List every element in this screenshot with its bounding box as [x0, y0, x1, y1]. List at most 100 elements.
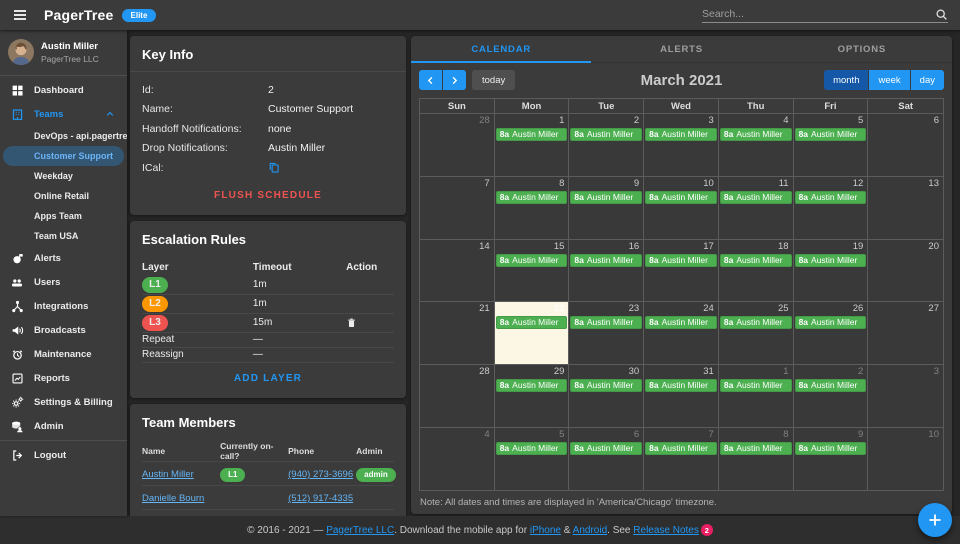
calendar-day-cell[interactable]: 28: [420, 114, 495, 176]
sidebar-item-broadcasts[interactable]: Broadcasts: [0, 318, 127, 342]
calendar-day-cell[interactable]: 7 8a Austin Miller: [644, 428, 719, 490]
calendar-day-cell[interactable]: 20: [868, 239, 943, 302]
sidebar-item-admin[interactable]: Admin: [0, 414, 127, 438]
calendar-day-cell[interactable]: 6 8a Austin Miller: [569, 428, 645, 490]
calendar-event[interactable]: 8a Austin Miller: [645, 442, 717, 456]
calendar-event[interactable]: 8a Austin Miller: [570, 442, 643, 456]
sidebar-item-customer-support[interactable]: Customer Support: [3, 146, 124, 166]
trash-icon[interactable]: [346, 317, 394, 329]
calendar-day-cell[interactable]: 10 8a Austin Miller: [644, 176, 719, 239]
calendar-day-cell[interactable]: 28: [420, 365, 495, 428]
calendar-day-cell[interactable]: 2 8a Austin Miller: [569, 114, 645, 176]
calendar-event[interactable]: 8a Austin Miller: [794, 128, 867, 141]
previous-month-button[interactable]: [419, 70, 442, 90]
calendar-event[interactable]: 8a Austin Miller: [719, 128, 792, 141]
next-month-button[interactable]: [443, 70, 466, 90]
calendar-day-cell[interactable]: 1 8a Austin Miller: [494, 114, 570, 176]
sidebar-item-logout[interactable]: Logout: [0, 443, 127, 467]
calendar-day-cell[interactable]: 7: [420, 176, 495, 239]
calendar-day-cell[interactable]: 27: [868, 302, 943, 365]
calendar-day-cell[interactable]: 9 8a Austin Miller: [569, 176, 645, 239]
calendar-event[interactable]: 8a Austin Miller: [570, 190, 643, 204]
calendar-day-cell[interactable]: 30 8a Austin Miller: [569, 365, 645, 428]
sidebar-item-online-retail[interactable]: Online Retail: [0, 186, 127, 206]
calendar-day-cell[interactable]: 1 8a Austin Miller: [718, 365, 794, 428]
sidebar-item-maintenance[interactable]: Maintenance: [0, 342, 127, 366]
calendar-event[interactable]: 8a Austin Miller: [495, 316, 568, 330]
calendar-event[interactable]: 8a Austin Miller: [570, 253, 643, 267]
calendar-event[interactable]: 8a Austin Miller: [794, 316, 867, 330]
footer-link-release-notes[interactable]: Release Notes: [633, 525, 699, 536]
calendar-event[interactable]: 8a Austin Miller: [495, 379, 568, 393]
calendar-event[interactable]: 8a Austin Miller: [495, 190, 568, 204]
week-view-button[interactable]: week: [869, 70, 910, 90]
calendar-day-cell[interactable]: 25 8a Austin Miller: [718, 302, 794, 365]
calendar-event[interactable]: 8a Austin Miller: [794, 253, 867, 267]
footer-link-iphone[interactable]: iPhone: [530, 525, 561, 536]
month-view-button[interactable]: month: [824, 70, 869, 90]
flush-schedule-button[interactable]: FLUSH SCHEDULE: [206, 185, 330, 206]
sidebar-item-apps-team[interactable]: Apps Team: [0, 206, 127, 226]
sidebar-item-devops-api-pagertree-c[interactable]: DevOps - api.pagertree.c...: [0, 126, 127, 146]
calendar-day-cell[interactable]: 2 8a Austin Miller: [793, 365, 869, 428]
sidebar-item-teams[interactable]: Teams: [0, 102, 127, 126]
day-view-button[interactable]: day: [910, 70, 944, 90]
user-card[interactable]: Austin Miller PagerTree LLC: [0, 30, 127, 73]
calendar-day-cell[interactable]: 4: [420, 428, 495, 490]
calendar-day-cell[interactable]: 23 8a Austin Miller: [569, 302, 645, 365]
calendar-day-cell[interactable]: 10: [868, 428, 943, 490]
sidebar-item-users[interactable]: Users: [0, 270, 127, 294]
calendar-day-cell[interactable]: 3: [868, 365, 943, 428]
add-fab[interactable]: [918, 503, 952, 537]
search-icon[interactable]: [935, 8, 948, 21]
calendar-day-cell[interactable]: 12 8a Austin Miller: [793, 176, 869, 239]
tab-options[interactable]: OPTIONS: [772, 36, 952, 62]
calendar-day-cell[interactable]: 3 8a Austin Miller: [644, 114, 719, 176]
sidebar-item-alerts[interactable]: Alerts: [0, 246, 127, 270]
calendar-day-cell[interactable]: 21: [420, 302, 495, 365]
calendar-event[interactable]: 8a Austin Miller: [495, 253, 568, 267]
calendar-day-cell[interactable]: 5 8a Austin Miller: [494, 428, 570, 490]
footer-link-pagertree-llc[interactable]: PagerTree LLC: [326, 525, 394, 536]
sidebar-item-weekday[interactable]: Weekday: [0, 166, 127, 186]
calendar-event[interactable]: 8a Austin Miller: [645, 316, 717, 330]
add-layer-button[interactable]: ADD LAYER: [226, 368, 310, 389]
calendar-event[interactable]: 8a Austin Miller: [719, 190, 792, 204]
calendar-event[interactable]: 8a Austin Miller: [794, 190, 867, 204]
tab-alerts[interactable]: ALERTS: [591, 36, 771, 62]
calendar-event[interactable]: 8a Austin Miller: [645, 128, 717, 141]
calendar-event[interactable]: 8a Austin Miller: [719, 316, 792, 330]
calendar-event[interactable]: 8a Austin Miller: [794, 379, 867, 393]
calendar-day-cell[interactable]: 9 8a Austin Miller: [793, 428, 869, 490]
calendar-day-cell[interactable]: 13: [868, 176, 943, 239]
calendar-day-cell[interactable]: 17 8a Austin Miller: [644, 239, 719, 302]
calendar-day-cell[interactable]: 26 8a Austin Miller: [793, 302, 869, 365]
calendar-day-cell[interactable]: 18 8a Austin Miller: [718, 239, 794, 302]
calendar-event[interactable]: 8a Austin Miller: [495, 128, 568, 141]
calendar-day-cell[interactable]: 5 8a Austin Miller: [793, 114, 869, 176]
calendar-day-cell[interactable]: 22 8a Austin Miller: [494, 302, 570, 365]
calendar-event[interactable]: 8a Austin Miller: [570, 379, 643, 393]
sidebar-item-team-usa[interactable]: Team USA: [0, 226, 127, 246]
calendar-event[interactable]: 8a Austin Miller: [570, 316, 643, 330]
calendar-day-cell[interactable]: 31 8a Austin Miller: [644, 365, 719, 428]
sidebar-item-settings-billing[interactable]: Settings & Billing: [0, 390, 127, 414]
calendar-event[interactable]: 8a Austin Miller: [645, 253, 717, 267]
copy-icon[interactable]: [268, 161, 394, 174]
calendar-event[interactable]: 8a Austin Miller: [495, 442, 568, 456]
calendar-event[interactable]: 8a Austin Miller: [645, 379, 717, 393]
calendar-day-cell[interactable]: 4 8a Austin Miller: [718, 114, 794, 176]
calendar-day-cell[interactable]: 29 8a Austin Miller: [494, 365, 570, 428]
calendar-event[interactable]: 8a Austin Miller: [570, 128, 643, 141]
tab-calendar[interactable]: CALENDAR: [411, 36, 592, 63]
search-input[interactable]: [702, 8, 935, 20]
phone-link[interactable]: (512) 917-4335: [288, 493, 353, 504]
calendar-day-cell[interactable]: 24 8a Austin Miller: [644, 302, 719, 365]
calendar-day-cell[interactable]: 11 8a Austin Miller: [718, 176, 794, 239]
calendar-day-cell[interactable]: 8 8a Austin Miller: [718, 428, 794, 490]
calendar-event[interactable]: 8a Austin Miller: [719, 379, 792, 393]
calendar-day-cell[interactable]: 16 8a Austin Miller: [569, 239, 645, 302]
member-name-link[interactable]: Austin Miller: [142, 469, 194, 480]
sidebar-item-integrations[interactable]: Integrations: [0, 294, 127, 318]
member-name-link[interactable]: Danielle Bourn: [142, 493, 204, 504]
